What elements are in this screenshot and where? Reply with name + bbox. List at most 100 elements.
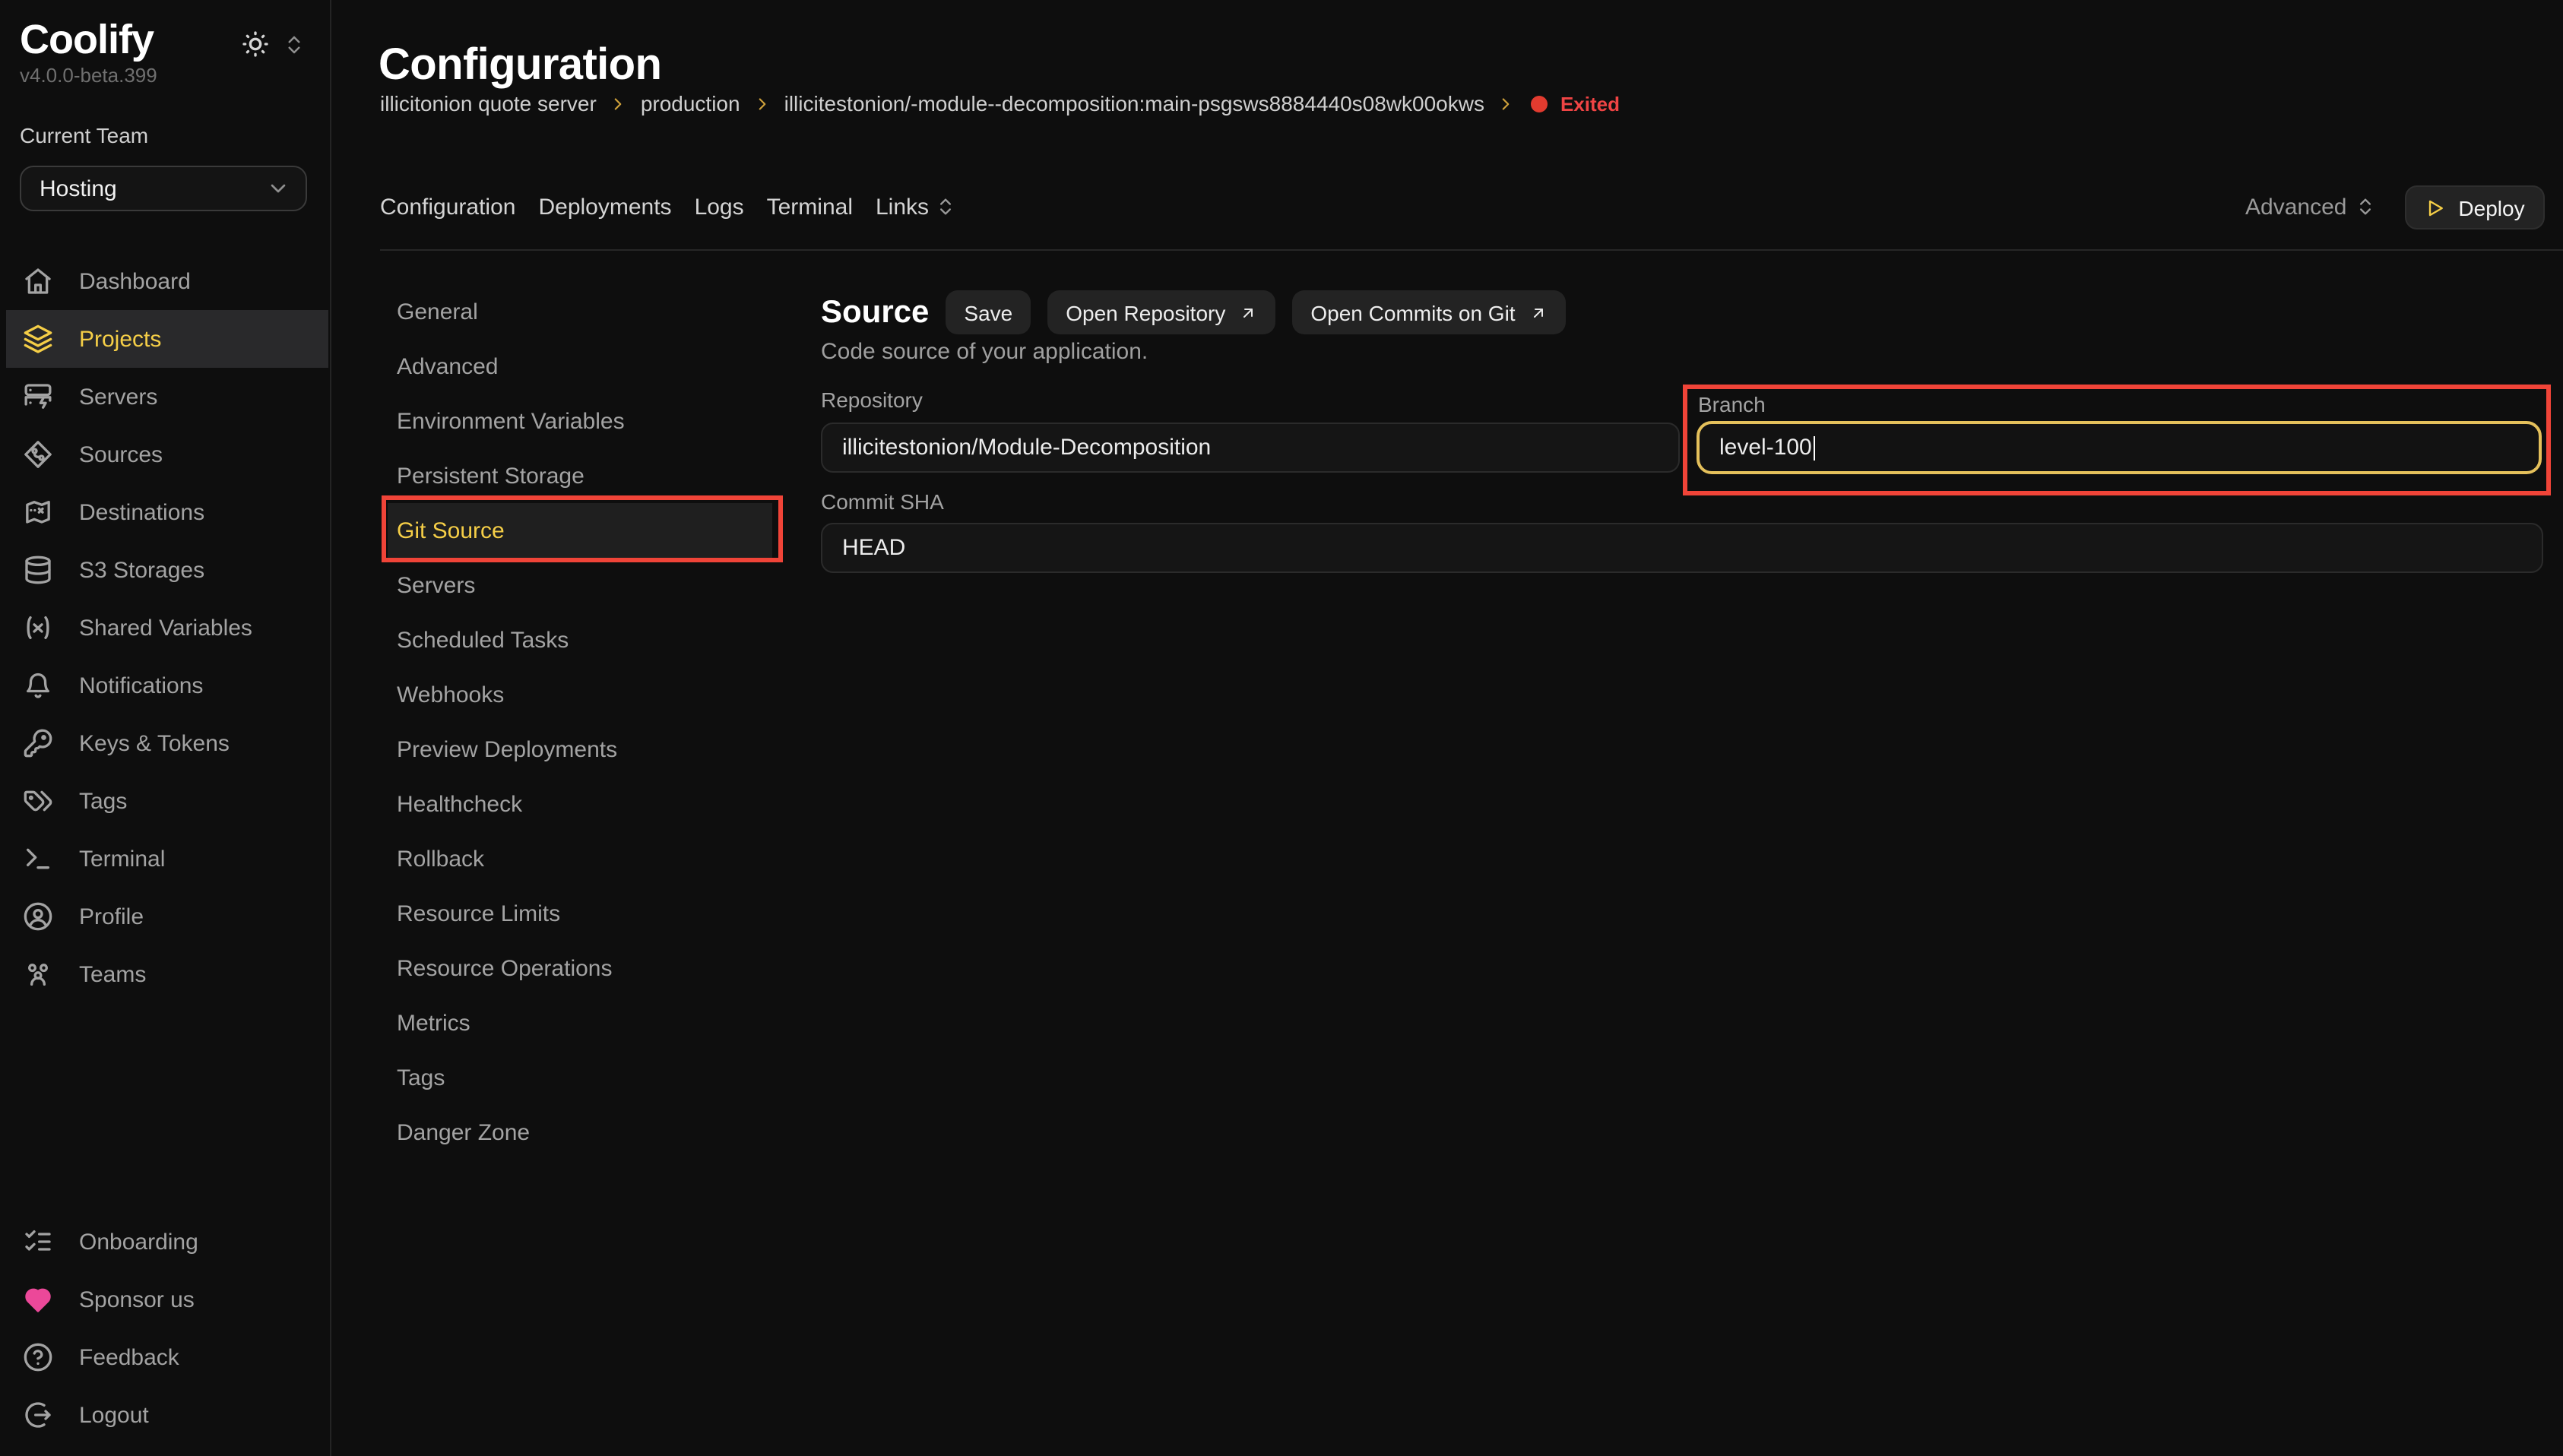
subnav-item-metrics[interactable]: Metrics bbox=[388, 995, 772, 1050]
source-description: Code source of your application. bbox=[821, 339, 1148, 365]
help-circle-icon bbox=[23, 1342, 53, 1372]
app-version: v4.0.0-beta.399 bbox=[20, 64, 157, 87]
sidebar-item-destinations[interactable]: Destinations bbox=[6, 483, 328, 541]
layers-icon bbox=[23, 324, 53, 354]
text-cursor bbox=[1814, 435, 1816, 460]
chevron-right-icon bbox=[1497, 93, 1516, 113]
subnav-item-persistent-storage[interactable]: Persistent Storage bbox=[388, 448, 772, 503]
server-icon bbox=[23, 381, 53, 412]
source-header-row: Source Save Open Repository Open Commits… bbox=[821, 290, 1566, 334]
repository-input[interactable]: illicitestonion/Module-Decomposition bbox=[821, 423, 1680, 473]
sidebar-item-projects[interactable]: Projects bbox=[6, 310, 328, 368]
map-icon bbox=[23, 497, 53, 527]
tab-logs[interactable]: Logs bbox=[695, 194, 744, 220]
page-title: Configuration bbox=[379, 42, 661, 92]
current-team-label: Current Team bbox=[20, 123, 148, 147]
breadcrumb-application[interactable]: illicitestonion/-module--decomposition:m… bbox=[784, 91, 1484, 116]
tags-icon bbox=[23, 786, 53, 816]
subnav-item-webhooks[interactable]: Webhooks bbox=[388, 667, 772, 722]
sidebar-item-s3-storages[interactable]: S3 Storages bbox=[6, 541, 328, 599]
sidebar-item-notifications[interactable]: Notifications bbox=[6, 657, 328, 714]
subnav-item-danger-zone[interactable]: Danger Zone bbox=[388, 1105, 772, 1160]
settings-subnav: General Advanced Environment Variables P… bbox=[388, 284, 772, 1160]
user-circle-icon bbox=[23, 901, 53, 932]
subnav-item-git-source[interactable]: Git Source bbox=[388, 503, 772, 558]
subnav-item-servers[interactable]: Servers bbox=[388, 558, 772, 612]
play-icon bbox=[2425, 197, 2446, 218]
chevrons-up-down-icon bbox=[935, 196, 956, 217]
sidebar-item-onboarding[interactable]: Onboarding bbox=[6, 1213, 328, 1271]
subnav-item-resource-limits[interactable]: Resource Limits bbox=[388, 886, 772, 941]
breadcrumb-environment[interactable]: production bbox=[641, 91, 740, 116]
chevrons-up-down-icon bbox=[283, 33, 306, 56]
subnav-item-rollback[interactable]: Rollback bbox=[388, 831, 772, 886]
bell-icon bbox=[23, 670, 53, 701]
app-logo: Coolify bbox=[20, 17, 154, 64]
tab-terminal[interactable]: Terminal bbox=[767, 194, 853, 220]
advanced-dropdown[interactable]: Advanced bbox=[2245, 185, 2375, 228]
sidebar: Coolify v4.0.0-beta.399 Current Team Hos… bbox=[0, 0, 331, 1456]
subnav-item-environment-variables[interactable]: Environment Variables bbox=[388, 394, 772, 448]
team-select[interactable]: Hosting bbox=[20, 166, 307, 211]
sidebar-item-sponsor-us[interactable]: Sponsor us bbox=[6, 1271, 328, 1328]
subnav-item-resource-operations[interactable]: Resource Operations bbox=[388, 941, 772, 995]
subnav-item-healthcheck[interactable]: Healthcheck bbox=[388, 777, 772, 831]
repository-label: Repository bbox=[821, 388, 923, 412]
section-title: Source bbox=[821, 294, 929, 331]
deploy-button[interactable]: Deploy bbox=[2405, 185, 2545, 229]
sun-icon bbox=[240, 29, 271, 59]
sidebar-nav: Dashboard Projects Servers Sources Desti… bbox=[0, 252, 328, 1003]
sidebar-item-keys-tokens[interactable]: Keys & Tokens bbox=[6, 714, 328, 772]
status-badge: Exited bbox=[1560, 92, 1620, 115]
open-repository-button[interactable]: Open Repository bbox=[1047, 290, 1275, 334]
database-icon bbox=[23, 555, 53, 585]
open-commits-button[interactable]: Open Commits on Git bbox=[1292, 290, 1565, 334]
tab-deployments[interactable]: Deployments bbox=[538, 194, 671, 220]
tab-links[interactable]: Links bbox=[876, 194, 956, 220]
commit-sha-label: Commit SHA bbox=[821, 489, 944, 514]
subnav-item-scheduled-tasks[interactable]: Scheduled Tasks bbox=[388, 612, 772, 667]
subnav-item-general[interactable]: General bbox=[388, 284, 772, 339]
tab-bar: Configuration Deployments Logs Terminal … bbox=[380, 185, 956, 228]
tab-configuration[interactable]: Configuration bbox=[380, 194, 515, 220]
sidebar-item-tags[interactable]: Tags bbox=[6, 772, 328, 830]
sidebar-item-logout[interactable]: Logout bbox=[6, 1386, 328, 1444]
key-icon bbox=[23, 728, 53, 758]
terminal-icon bbox=[23, 844, 53, 874]
subnav-item-tags[interactable]: Tags bbox=[388, 1050, 772, 1105]
team-select-value: Hosting bbox=[21, 176, 266, 201]
branch-input[interactable]: level-100 bbox=[1697, 421, 2542, 474]
sidebar-item-shared-variables[interactable]: Shared Variables bbox=[6, 599, 328, 657]
sidebar-item-teams[interactable]: Teams bbox=[6, 945, 328, 1003]
variable-icon bbox=[23, 612, 53, 643]
sidebar-footer: Onboarding Sponsor us Feedback Logout bbox=[0, 1213, 328, 1444]
logout-icon bbox=[23, 1400, 53, 1430]
sidebar-item-profile[interactable]: Profile bbox=[6, 888, 328, 945]
sidebar-item-dashboard[interactable]: Dashboard bbox=[6, 252, 328, 310]
branch-label: Branch bbox=[1698, 392, 1766, 416]
git-source-icon bbox=[23, 439, 53, 470]
sidebar-item-terminal[interactable]: Terminal bbox=[6, 830, 328, 888]
sidebar-item-feedback[interactable]: Feedback bbox=[6, 1328, 328, 1386]
heart-icon bbox=[23, 1284, 53, 1315]
sidebar-item-servers[interactable]: Servers bbox=[6, 368, 328, 426]
app-root: Coolify v4.0.0-beta.399 Current Team Hos… bbox=[0, 0, 2563, 1456]
sidebar-item-sources[interactable]: Sources bbox=[6, 426, 328, 483]
status-dot-icon bbox=[1532, 95, 1548, 112]
breadcrumb: illicitonion quote server production ill… bbox=[380, 90, 1620, 117]
tabs-divider bbox=[380, 249, 2563, 251]
save-button[interactable]: Save bbox=[946, 290, 1031, 334]
subnav-item-advanced[interactable]: Advanced bbox=[388, 339, 772, 394]
arrow-up-right-icon bbox=[1239, 303, 1257, 321]
commit-sha-input[interactable]: HEAD bbox=[821, 523, 2543, 573]
arrow-up-right-icon bbox=[1529, 303, 1548, 321]
chevron-right-icon bbox=[609, 93, 629, 113]
chevron-down-icon bbox=[266, 176, 290, 201]
theme-toggle-button[interactable] bbox=[240, 29, 271, 59]
breadcrumb-project[interactable]: illicitonion quote server bbox=[380, 91, 597, 116]
theme-select-chevrons[interactable] bbox=[283, 33, 306, 56]
chevrons-up-down-icon bbox=[2354, 196, 2375, 217]
chevron-right-icon bbox=[752, 93, 772, 113]
subnav-item-preview-deployments[interactable]: Preview Deployments bbox=[388, 722, 772, 777]
home-icon bbox=[23, 266, 53, 296]
